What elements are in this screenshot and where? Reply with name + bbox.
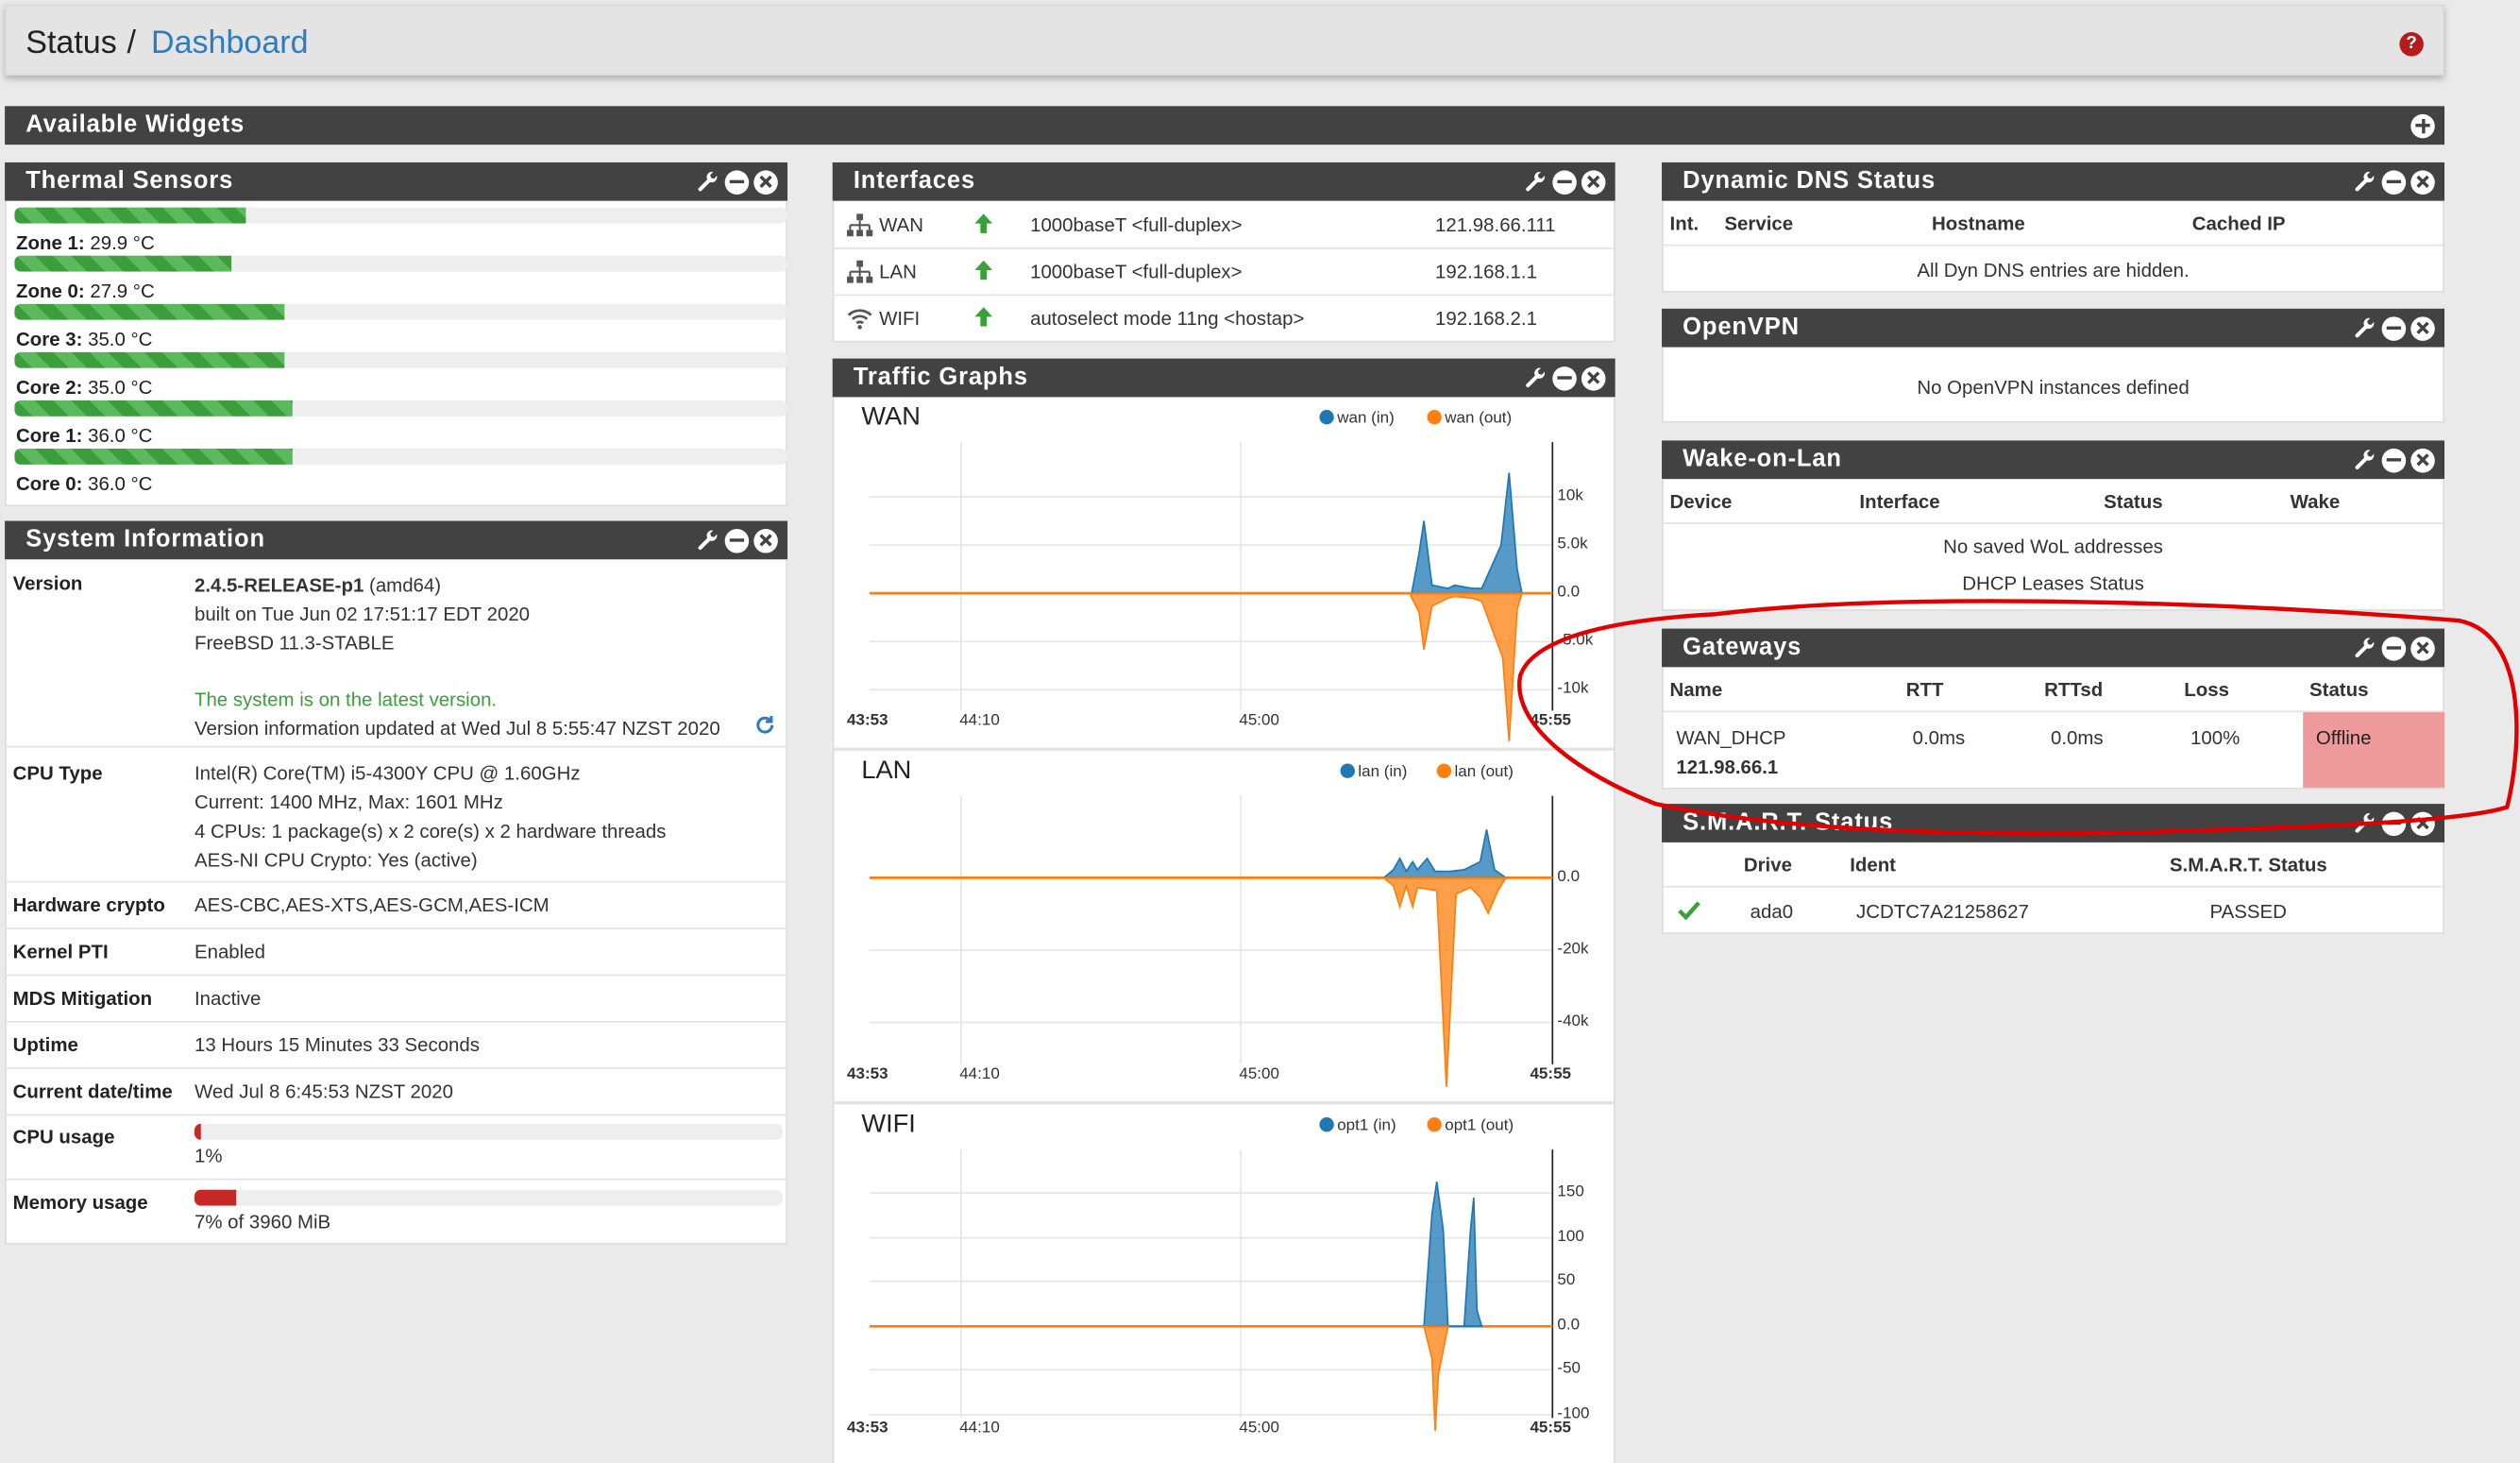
annotation-circle [1517,599,2519,836]
